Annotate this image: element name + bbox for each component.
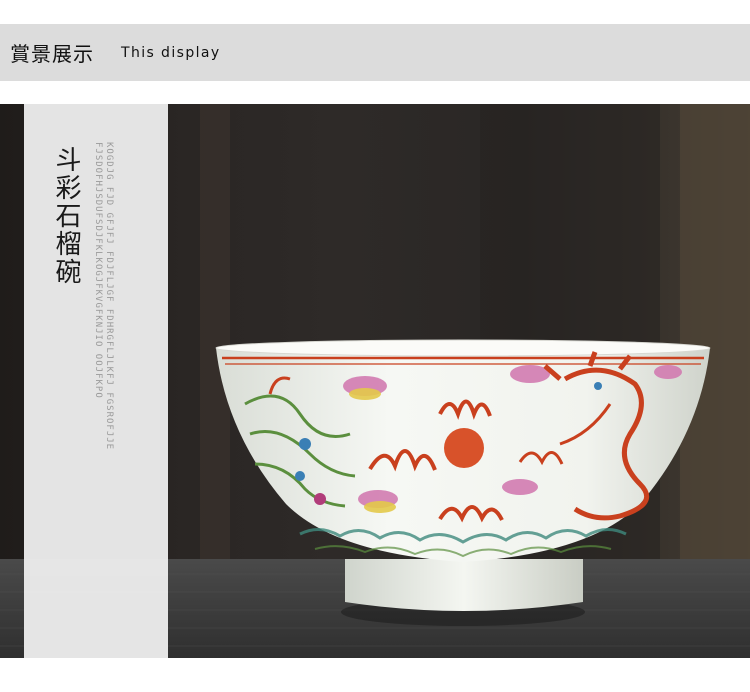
header-title-cn: 賞景展示 — [10, 42, 94, 66]
product-subtitle: KOGDJG FJD GFJFJ FDJFLJGF FDHRGFLJLKFJ F… — [92, 142, 114, 450]
info-panel: 斗彩石榴碗 KOGDJG FJD GFJFJ FDJFLJGF FDHRGFLJ… — [24, 104, 168, 658]
subtitle-line: FJSDOFHJSDUFSDJFKLKOGJFKVGFKNJIO OOJFKPO — [93, 142, 103, 399]
header-title-en: This display — [121, 45, 221, 61]
product-title: 斗彩石榴碗 — [51, 146, 81, 286]
bowl-foot — [345, 559, 583, 611]
bg-wood — [680, 104, 750, 564]
header-bar: 賞景展示 This display — [0, 24, 750, 81]
bowl-rim — [215, 339, 711, 357]
subtitle-line: KOGDJG FJD GFJFJ FDJFLJGF FDHRGFLJLKFJ F… — [104, 142, 114, 451]
bg-pillar — [200, 104, 230, 564]
